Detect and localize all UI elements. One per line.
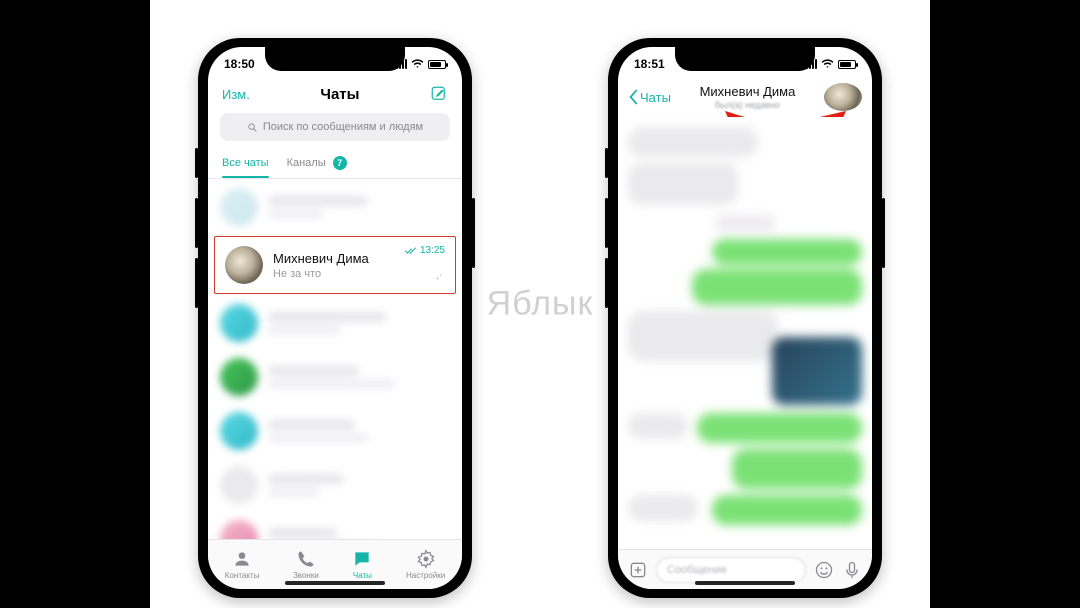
- watermark: Яблык: [487, 285, 594, 324]
- home-indicator[interactable]: [695, 581, 795, 585]
- message-input[interactable]: Сообщение: [656, 557, 806, 583]
- tab-contacts[interactable]: Контакты: [225, 549, 260, 580]
- list-item[interactable]: [208, 350, 462, 404]
- settings-icon: [416, 549, 436, 569]
- avatar: [225, 246, 263, 284]
- list-item[interactable]: [208, 180, 462, 234]
- tab-calls[interactable]: Звонки: [293, 549, 319, 580]
- search-icon: [247, 122, 258, 133]
- list-item[interactable]: [208, 512, 462, 541]
- phone-chat-list: 18:50 Изм. Чаты Поиск по сообщениям и лю…: [198, 38, 472, 598]
- attach-icon[interactable]: [628, 560, 648, 580]
- chat-filter-tabs: Все чаты Каналы 7: [208, 147, 462, 179]
- battery-icon: [428, 60, 446, 69]
- status-time: 18:50: [224, 57, 255, 71]
- chat-list: Михневич Дима Не за что 13:25: [208, 180, 462, 541]
- wifi-icon: [821, 59, 834, 69]
- calls-icon: [296, 549, 316, 569]
- home-indicator[interactable]: [285, 581, 385, 585]
- list-item[interactable]: [208, 458, 462, 512]
- compose-icon[interactable]: [430, 85, 448, 103]
- wifi-icon: [411, 59, 424, 69]
- conversation-area[interactable]: [618, 117, 872, 549]
- list-item[interactable]: [208, 296, 462, 350]
- contacts-icon: [232, 549, 252, 569]
- edit-button[interactable]: Изм.: [222, 87, 250, 102]
- chat-time: 13:25: [420, 245, 445, 256]
- pin-icon: [432, 271, 443, 285]
- battery-icon: [838, 60, 856, 69]
- chevron-left-icon: [628, 89, 638, 105]
- phone-conversation: 18:51 Чаты Михневич Дима был(а) недавно: [608, 38, 882, 598]
- status-time: 18:51: [634, 57, 665, 71]
- channels-badge: 7: [333, 156, 347, 170]
- chats-icon: [352, 549, 372, 569]
- message-placeholder: Сообщение: [667, 564, 727, 576]
- search-placeholder: Поиск по сообщениям и людям: [263, 121, 423, 133]
- search-input[interactable]: Поиск по сообщениям и людям: [220, 113, 450, 141]
- list-item[interactable]: [208, 404, 462, 458]
- mic-icon[interactable]: [842, 560, 862, 580]
- tab-settings[interactable]: Настройки: [406, 549, 445, 580]
- tab-chats[interactable]: Чаты: [352, 549, 372, 580]
- contact-name: Михневич Дима: [700, 84, 796, 99]
- read-check-icon: [405, 247, 417, 255]
- page-title: Чаты: [320, 86, 359, 103]
- contact-avatar[interactable]: [824, 83, 862, 111]
- tab-all-chats[interactable]: Все чаты: [222, 157, 269, 169]
- back-button[interactable]: Чаты: [628, 89, 671, 105]
- contact-header[interactable]: Михневич Дима был(а) недавно: [700, 84, 796, 110]
- chat-preview: Не за что: [273, 268, 445, 280]
- sticker-icon[interactable]: [814, 560, 834, 580]
- tab-channels[interactable]: Каналы 7: [287, 156, 347, 170]
- chat-item-highlighted[interactable]: Михневич Дима Не за что 13:25: [214, 236, 456, 294]
